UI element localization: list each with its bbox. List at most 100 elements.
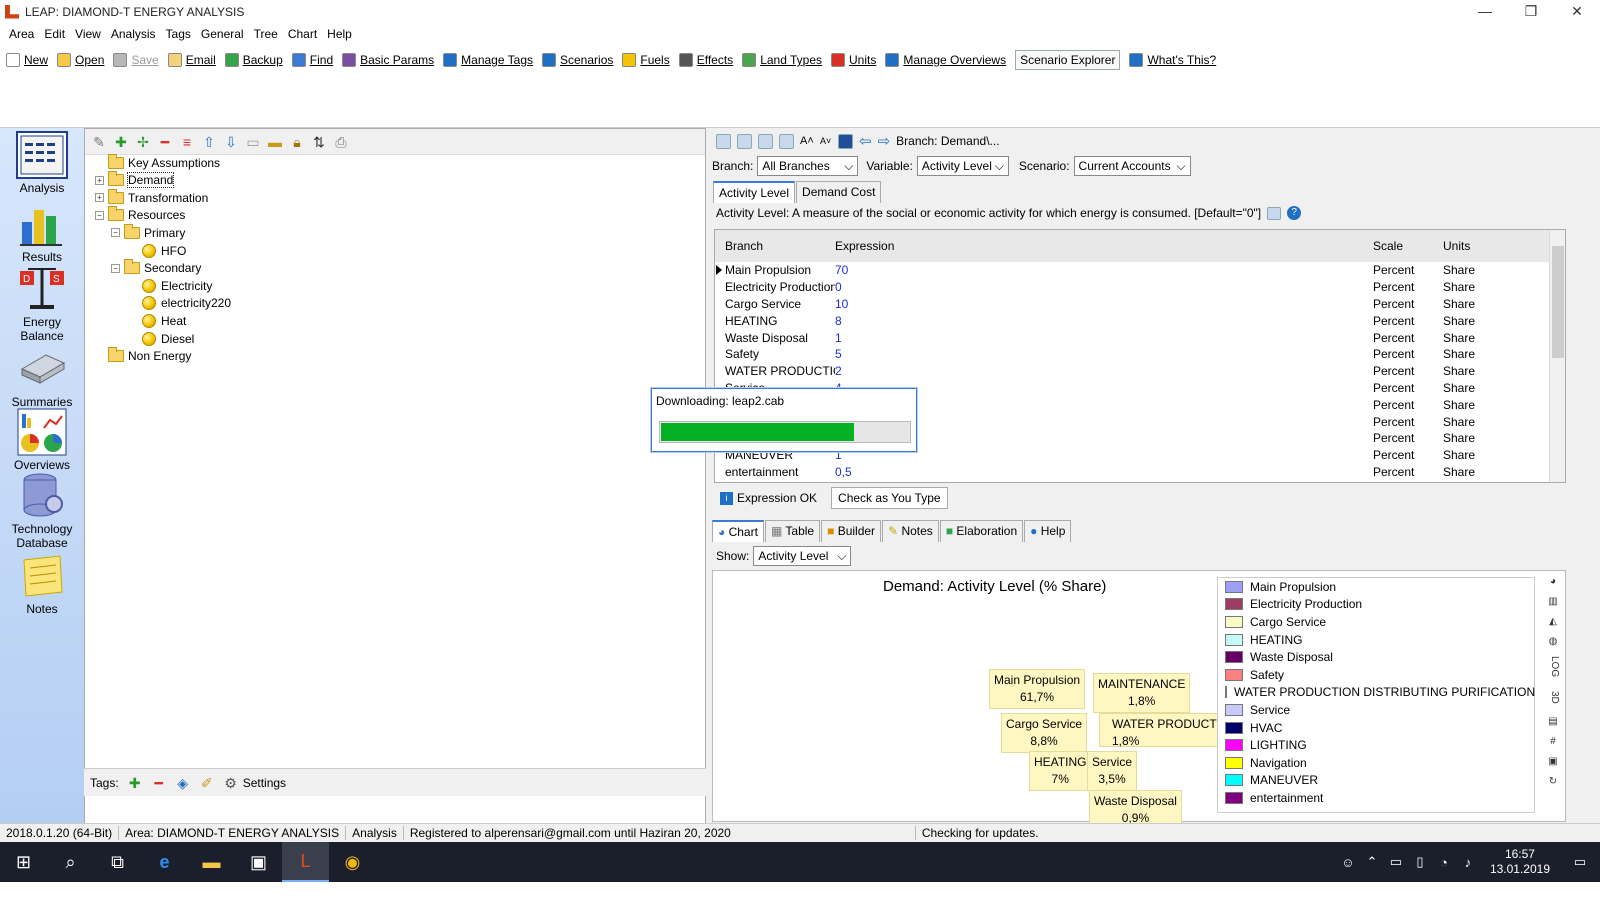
chrome-icon[interactable]: ◉: [329, 842, 376, 882]
clock[interactable]: 16:57 13.01.2019: [1490, 847, 1550, 877]
sidebar-item-results[interactable]: Results: [0, 200, 84, 264]
people-icon[interactable]: ☺: [1336, 855, 1360, 870]
sidebar-item-overviews[interactable]: Overviews: [0, 408, 84, 472]
sidebar-item-notes[interactable]: Notes: [0, 552, 84, 616]
toolbar-open-button[interactable]: Open: [57, 53, 104, 67]
tree-node-non-energy[interactable]: Non Energy: [95, 347, 191, 365]
toolbar-find-button[interactable]: Find: [291, 53, 333, 67]
grid-row[interactable]: Waste Disposal 1 Percent Share: [715, 329, 1565, 346]
tree-node-key-assumptions[interactable]: Key Assumptions: [95, 153, 220, 171]
windows-start-icon[interactable]: ⊞: [0, 842, 47, 882]
remove-tag-icon[interactable]: ━: [151, 775, 167, 791]
tree-expander-icon[interactable]: +: [95, 175, 104, 185]
menu-general[interactable]: General: [196, 27, 249, 41]
volume-icon[interactable]: ♪: [1456, 855, 1480, 870]
toolbar-effects-button[interactable]: Effects: [678, 53, 733, 67]
grid-cell-expr[interactable]: 8: [835, 314, 1373, 328]
globe-icon[interactable]: ◍: [1545, 635, 1561, 649]
font-increase-icon[interactable]: A˄: [800, 135, 814, 147]
sidebar-item-energy-balance[interactable]: DS Energy Balance: [0, 265, 84, 343]
edit-default-icon[interactable]: [1267, 206, 1282, 220]
toolbar-land-types-button[interactable]: Land Types: [742, 53, 822, 67]
tree-expander-icon[interactable]: +: [95, 193, 104, 203]
organization-icon[interactable]: [838, 133, 853, 149]
toolbar-new-button[interactable]: New: [6, 53, 48, 67]
check-as-you-type-button[interactable]: Check as You Type: [831, 487, 948, 509]
3d-toggle-icon[interactable]: 3D: [1545, 685, 1561, 709]
tag-settings-button[interactable]: ⚙ Settings: [223, 775, 286, 791]
grid-row[interactable]: Main Propulsion 70 Percent Share: [715, 262, 1565, 279]
battery-icon[interactable]: ▯: [1408, 854, 1432, 870]
grid-row[interactable]: HEATING 8 Percent Share: [715, 312, 1565, 329]
grid-cell-expr[interactable]: 0: [835, 280, 1373, 294]
sidebar-item-summaries[interactable]: Summaries: [0, 345, 84, 409]
branch-select[interactable]: All Branches ⌵: [757, 156, 859, 176]
paste-special-icon[interactable]: [779, 133, 794, 149]
toolbar-basic-params-button[interactable]: Basic Params: [342, 53, 434, 67]
paste-icon[interactable]: [758, 133, 773, 149]
search-icon[interactable]: ⌕: [47, 842, 94, 882]
leap-taskbar-icon[interactable]: L: [282, 842, 329, 882]
tree-node-transformation[interactable]: + Transformation: [95, 188, 208, 206]
toolbar-manage-overviews-button[interactable]: Manage Overviews: [885, 53, 1006, 67]
tab-elaboration[interactable]: ■ Elaboration: [939, 520, 1024, 542]
sidebar-item-technology-database[interactable]: Technology Database: [0, 472, 84, 550]
menu-help[interactable]: Help: [322, 27, 357, 41]
tree-node-hfo[interactable]: HFO: [129, 242, 186, 259]
back-arrow-icon[interactable]: ⇦: [859, 132, 872, 150]
grid-cell-expr[interactable]: 70: [835, 263, 1373, 277]
tab-demand-cost[interactable]: Demand Cost: [796, 181, 882, 203]
tree-node-primary[interactable]: − Primary: [111, 223, 185, 241]
chevron-up-icon[interactable]: ⌃: [1360, 854, 1384, 870]
tree-node-diesel[interactable]: Diesel: [129, 330, 194, 347]
variable-select[interactable]: Activity Level ⌵: [916, 156, 1009, 176]
file-explorer-icon[interactable]: ▬: [188, 842, 235, 882]
tree-node-resources[interactable]: − Resources: [95, 206, 185, 224]
tree-node-heat[interactable]: Heat: [129, 312, 186, 329]
tree-expander-icon[interactable]: −: [95, 210, 104, 220]
move-up-icon[interactable]: ⇧: [201, 134, 217, 150]
grid-cell-expr[interactable]: 0,5: [835, 465, 1373, 479]
lock-icon[interactable]: 🔒︎: [289, 134, 305, 150]
collapse-folder-icon[interactable]: ▭: [245, 134, 261, 150]
print-icon[interactable]: ⎙: [333, 134, 349, 150]
help-icon[interactable]: ?: [1287, 206, 1302, 220]
menu-tree[interactable]: Tree: [249, 27, 283, 41]
toolbar-scenarios-button[interactable]: Scenarios: [542, 53, 613, 67]
grid-row[interactable]: Cargo Service 10 Percent Share: [715, 296, 1565, 313]
store-icon[interactable]: ▣: [235, 842, 282, 882]
sidebar-item-analysis[interactable]: Analysis: [0, 131, 84, 195]
tree-node-electricity[interactable]: Electricity: [129, 277, 212, 294]
copy-icon[interactable]: [737, 133, 752, 149]
area-icon[interactable]: ◭: [1545, 615, 1561, 629]
num-icon[interactable]: ▣: [1545, 755, 1561, 769]
menu-chart[interactable]: Chart: [283, 27, 322, 41]
remove-all-icon[interactable]: ≡: [179, 134, 195, 150]
add-child-icon[interactable]: ✢: [135, 134, 151, 150]
forward-arrow-icon[interactable]: ⇨: [878, 132, 891, 150]
tree-properties-icon[interactable]: ✎: [91, 134, 107, 150]
tag-filter-icon[interactable]: ◈: [175, 775, 191, 791]
grid-scrollbar[interactable]: [1549, 230, 1565, 482]
font-decrease-icon[interactable]: A˅: [820, 136, 832, 146]
reset-icon[interactable]: ↻: [1545, 775, 1561, 789]
add-tag-icon[interactable]: ✚: [127, 775, 143, 791]
tab-chart[interactable]: ◕ Chart: [712, 520, 764, 542]
menu-area[interactable]: Area: [4, 27, 39, 41]
tab-notes[interactable]: ✎ Notes: [882, 520, 939, 542]
tab-help[interactable]: ● Help: [1024, 520, 1072, 542]
scenario-select[interactable]: Current Accounts ⌵: [1073, 156, 1191, 176]
tab-table[interactable]: ▦ Table: [764, 520, 821, 542]
minimize-button[interactable]: —: [1462, 0, 1508, 23]
grid-icon[interactable]: #: [1545, 735, 1561, 749]
move-down-icon[interactable]: ⇩: [223, 134, 239, 150]
grid-row[interactable]: Electricity Production 0 Percent Share: [715, 279, 1565, 296]
toolbar-scenario-explorer-button[interactable]: Scenario Explorer: [1015, 50, 1121, 70]
log-toggle-icon[interactable]: LOG: [1545, 655, 1561, 679]
edge-browser-icon[interactable]: e: [141, 842, 188, 882]
toolbar-units-button[interactable]: Units: [831, 53, 876, 67]
close-button[interactable]: ✕: [1554, 0, 1600, 23]
table-icon[interactable]: ▤: [1545, 715, 1561, 729]
grid-cell-expr[interactable]: 10: [835, 297, 1373, 311]
grid-row[interactable]: WATER PRODUCTION2Percent Share: [715, 363, 1565, 380]
